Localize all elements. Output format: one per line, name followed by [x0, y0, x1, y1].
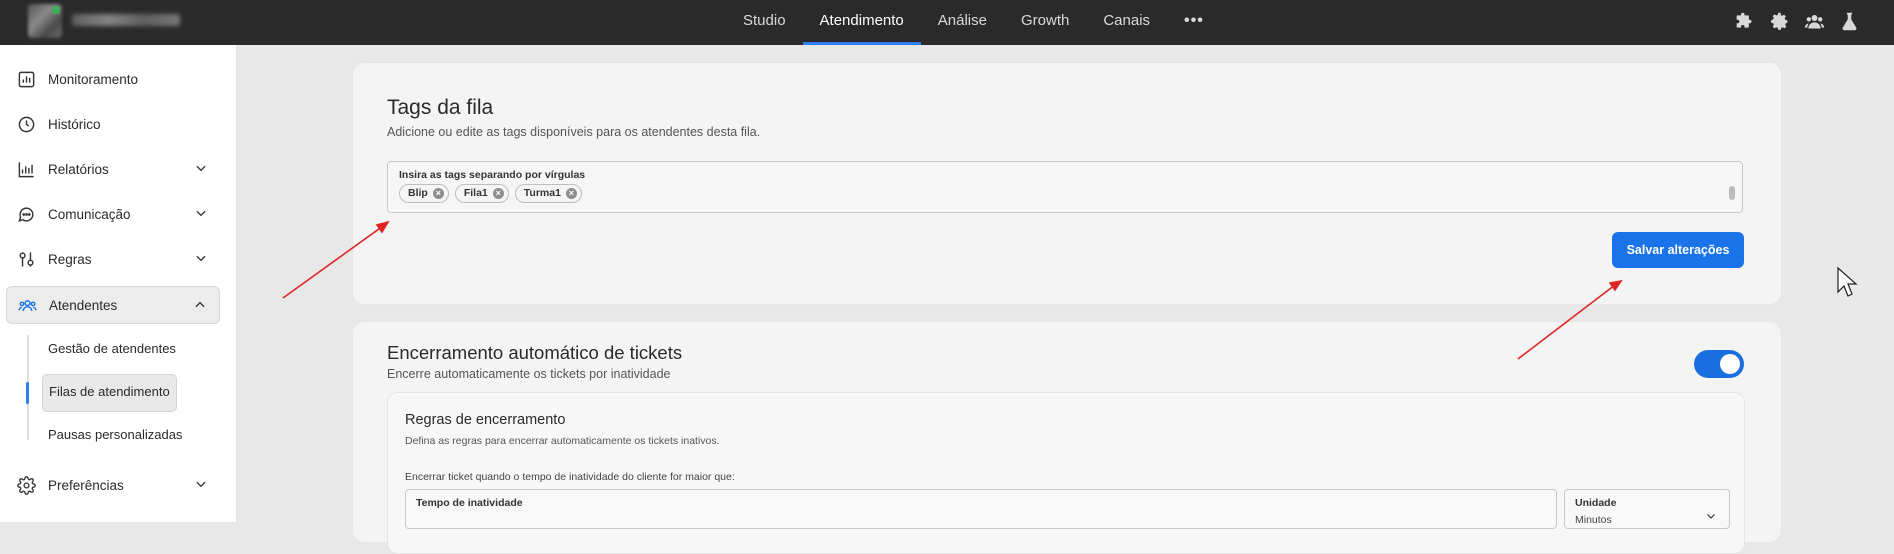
gear-icon[interactable]	[1769, 11, 1790, 32]
sidebar-subitem-gestao-atendentes[interactable]: Gestão de atendentes	[42, 331, 182, 367]
remove-tag-icon[interactable]: ×	[492, 188, 504, 199]
gear-icon	[16, 475, 36, 495]
tag-chip-list: Blip × Fila1 × Turma1 ×	[399, 184, 582, 203]
tag-chip-label: Turma1	[523, 187, 561, 199]
chevron-down-icon[interactable]	[194, 477, 208, 491]
sidebar-item-label: Comunicação	[48, 206, 131, 222]
team-icon[interactable]	[1804, 11, 1825, 32]
sidebar-item-preferencias[interactable]: Preferências	[6, 466, 220, 504]
nav-atendimento[interactable]: Atendimento	[802, 0, 921, 45]
inactivity-question: Encerrar ticket quando o tempo de inativ…	[405, 471, 735, 483]
users-icon	[17, 295, 37, 315]
tag-chip[interactable]: Fila1 ×	[454, 184, 509, 203]
unit-select[interactable]: Unidade Minutos	[1564, 489, 1730, 529]
remove-tag-icon[interactable]: ×	[432, 188, 444, 199]
tags-card: Tags da fila Adicione ou edite as tags d…	[352, 62, 1782, 305]
sidebar-item-historico[interactable]: Histórico	[6, 105, 220, 143]
tag-chip[interactable]: Blip ×	[399, 184, 449, 203]
chevron-up-icon[interactable]	[193, 298, 207, 312]
nav-analise[interactable]: Análise	[921, 0, 1004, 45]
tag-chip-label: Blip	[408, 187, 428, 199]
tags-input-field[interactable]: Insira as tags separando por vírgulas Bl…	[387, 161, 1743, 213]
chat-icon	[16, 204, 36, 224]
inactivity-time-label: Tempo de inatividade	[416, 497, 523, 509]
closing-rules-panel: Regras de encerramento Defina as regras …	[387, 392, 1745, 554]
chevron-down-icon[interactable]	[194, 206, 208, 220]
submenu-active-indicator	[26, 382, 29, 404]
workspace-name-blurred	[72, 14, 180, 26]
top-icon-group	[1734, 11, 1860, 32]
inactivity-time-field[interactable]: Tempo de inatividade	[405, 489, 1557, 529]
clock-icon	[16, 114, 36, 134]
sidebar-item-label: Regras	[48, 251, 92, 267]
chevron-down-icon[interactable]	[194, 161, 208, 175]
sidebar-subitem-pausas-personalizadas[interactable]: Pausas personalizadas	[42, 417, 188, 453]
tag-chip-label: Fila1	[463, 187, 488, 199]
sidebar-item-regras[interactable]: Regras	[6, 240, 220, 278]
closing-rules-title: Regras de encerramento	[405, 412, 566, 428]
monitor-icon	[16, 69, 36, 89]
logo-status-dot	[52, 6, 60, 14]
remove-tag-icon[interactable]: ×	[565, 188, 577, 199]
main-nav: Studio Atendimento Análise Growth Canais…	[726, 0, 1221, 45]
toggle-knob	[1720, 354, 1740, 374]
nav-studio[interactable]: Studio	[726, 0, 803, 45]
flask-icon[interactable]	[1839, 11, 1860, 32]
tags-input-label: Insira as tags separando por vírgulas	[399, 169, 586, 181]
mouse-cursor-icon	[1837, 266, 1858, 297]
sidebar-item-comunicacao[interactable]: Comunicação	[6, 195, 220, 233]
auto-close-subtitle: Encerre automaticamente os tickets por i…	[387, 367, 671, 381]
sidebar: Monitoramento Histórico Relatórios Comun…	[0, 45, 237, 522]
nav-canais[interactable]: Canais	[1086, 0, 1167, 45]
unit-label: Unidade	[1575, 497, 1617, 509]
chart-icon	[16, 159, 36, 179]
sidebar-item-label: Relatórios	[48, 161, 109, 177]
sidebar-item-monitoramento[interactable]: Monitoramento	[6, 60, 220, 98]
top-navigation-bar: Studio Atendimento Análise Growth Canais…	[0, 0, 1894, 45]
nav-growth[interactable]: Growth	[1004, 0, 1086, 45]
save-changes-button[interactable]: Salvar alterações	[1612, 232, 1744, 268]
tags-card-title: Tags da fila	[387, 96, 494, 119]
sidebar-item-atendentes[interactable]: Atendentes	[6, 286, 220, 324]
auto-close-card: Encerramento automático de tickets Encer…	[352, 321, 1782, 554]
auto-close-toggle[interactable]	[1694, 350, 1744, 378]
chevron-down-icon[interactable]	[194, 251, 208, 265]
puzzle-icon[interactable]	[1734, 11, 1755, 32]
nav-more-button[interactable]: •••	[1167, 0, 1221, 45]
tags-card-subtitle: Adicione ou edite as tags disponíveis pa…	[387, 125, 761, 139]
sidebar-subitem-filas-atendimento[interactable]: Filas de atendimento	[42, 374, 177, 412]
sidebar-item-label: Histórico	[48, 116, 101, 132]
sidebar-item-label: Preferências	[48, 477, 124, 493]
sidebar-item-label: Atendentes	[49, 297, 118, 313]
chevron-down-icon	[1707, 514, 1715, 519]
rules-icon	[16, 249, 36, 269]
auto-close-title: Encerramento automático de tickets	[387, 342, 683, 363]
sidebar-item-relatorios[interactable]: Relatórios	[6, 150, 220, 188]
unit-value: Minutos	[1575, 514, 1612, 526]
tag-chip[interactable]: Turma1 ×	[514, 184, 582, 203]
field-scrollbar[interactable]	[1729, 186, 1735, 200]
sidebar-item-label: Monitoramento	[48, 71, 139, 87]
closing-rules-subtitle: Defina as regras para encerrar automatic…	[405, 435, 720, 447]
